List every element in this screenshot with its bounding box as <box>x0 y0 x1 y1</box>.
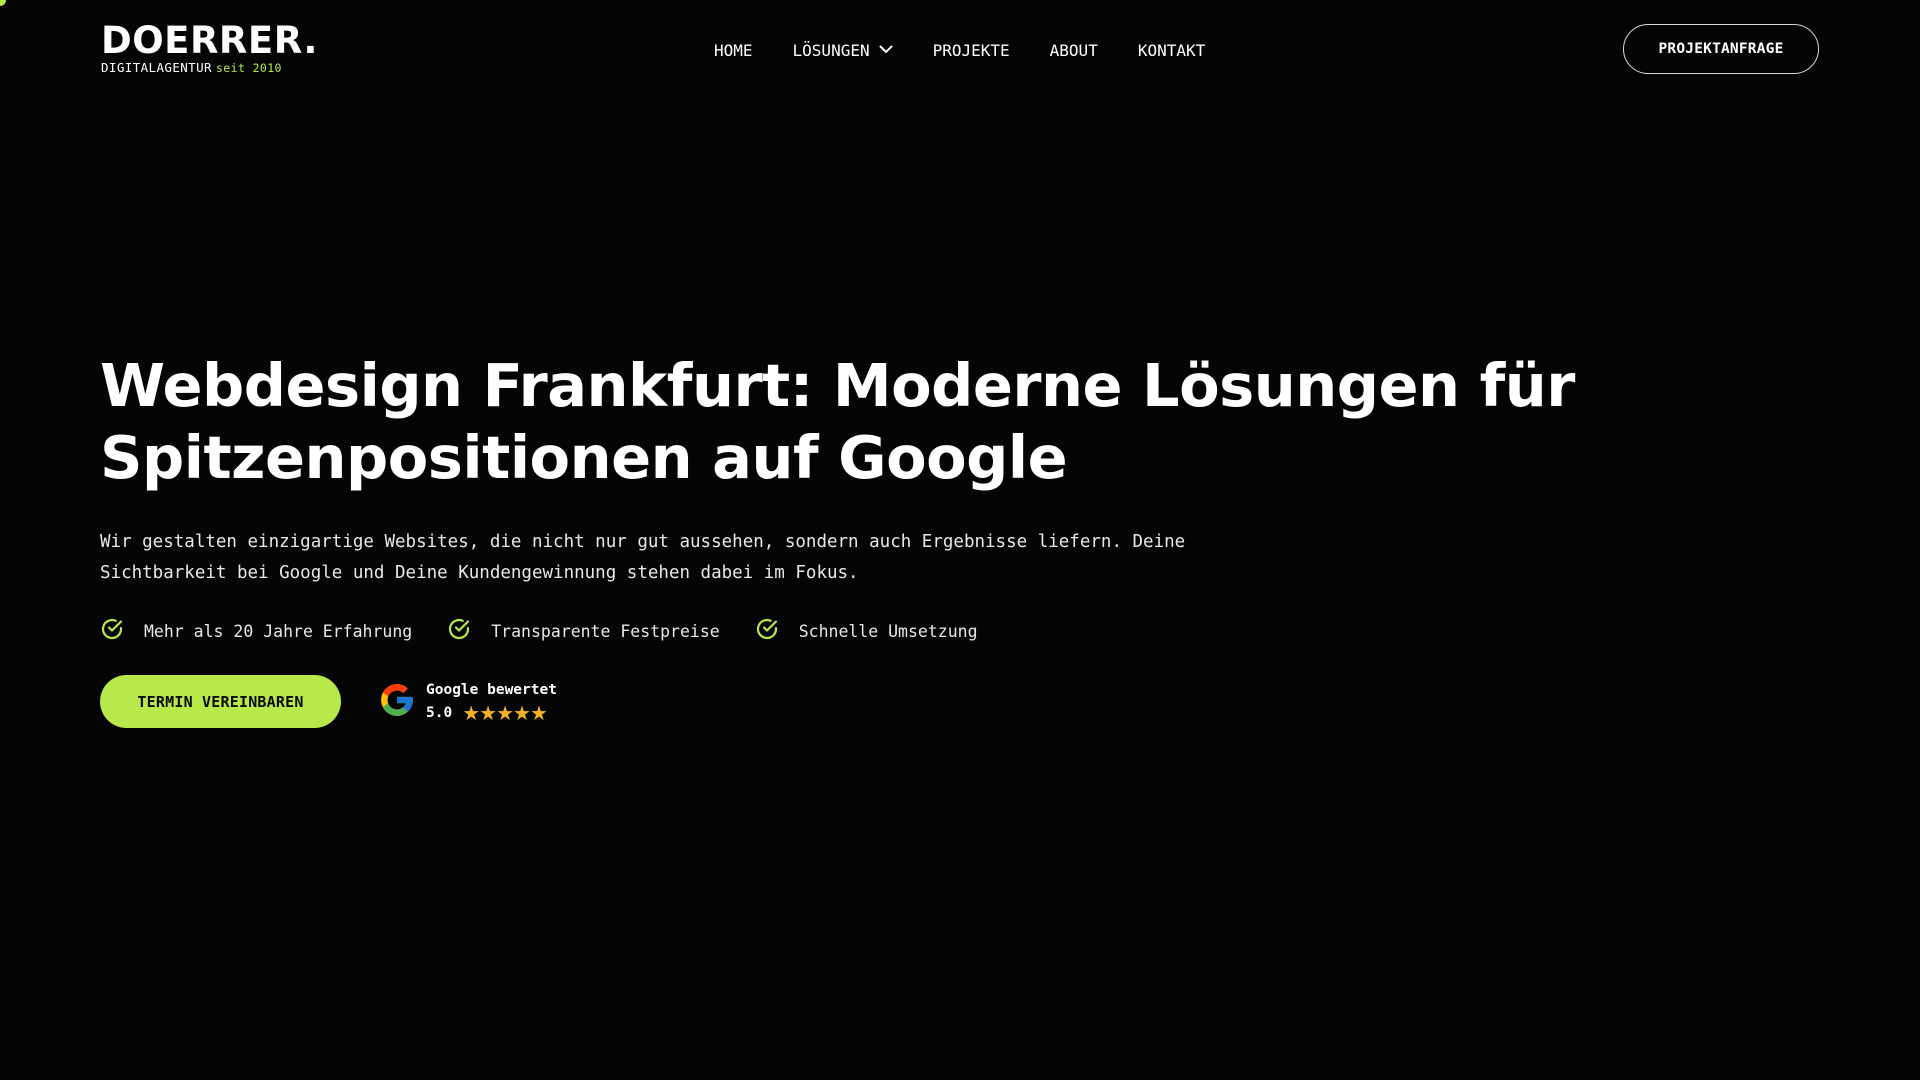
feature-label: Mehr als 20 Jahre Erfahrung <box>144 621 413 641</box>
nav-item-label: PROJEKTE <box>932 40 1010 60</box>
nav-item-projekte[interactable]: PROJEKTE <box>933 41 1010 60</box>
main-nav: HOME LÖSUNGEN PROJEKTE ABOUT KONTAKT <box>714 38 1205 62</box>
rating-score: 5.0 <box>426 705 453 721</box>
nav-item-label: KONTAKT <box>1137 40 1206 60</box>
book-appointment-button[interactable]: TERMIN VEREINBAREN <box>100 675 341 728</box>
star-icon: ★ <box>479 701 498 725</box>
brand-since: seit 2010 <box>215 61 282 75</box>
project-request-button[interactable]: PROJEKTANFRAGE <box>1623 24 1819 74</box>
nav-item-label: ABOUT <box>1049 40 1098 60</box>
check-circle-icon <box>100 617 124 645</box>
brand-name: DOERRER. <box>101 19 318 62</box>
feature-item: Transparente Festpreise <box>447 617 720 645</box>
nav-item-label: LÖSUNGEN <box>792 40 870 60</box>
nav-item-label: HOME <box>714 40 753 60</box>
rating-title: Google bewertet <box>426 682 557 698</box>
hero-title: Webdesign Frankfurt: Moderne Lösungen fü… <box>100 350 1580 494</box>
star-icon: ★ <box>462 701 481 725</box>
rating-row: 5.0 ★ ★ ★ ★ ★ <box>426 703 557 723</box>
corner-indicator-dot <box>0 0 6 6</box>
nav-item-kontakt[interactable]: KONTAKT <box>1138 41 1205 60</box>
brand-tagline: DIGITALAGENTUR <box>101 60 212 75</box>
star-icon: ★ <box>529 701 548 725</box>
brand-tagline-row: DIGITALAGENTUR seit 2010 <box>101 60 318 76</box>
star-icon: ★ <box>513 701 531 725</box>
google-icon <box>378 681 416 723</box>
star-rating: ★ ★ ★ ★ ★ <box>462 701 548 725</box>
hero-title-line-1: Webdesign Frankfurt: Moderne Lösungen fü… <box>100 351 1575 420</box>
nav-item-loesungen[interactable]: LÖSUNGEN <box>793 41 893 60</box>
hero-description-line-1: Wir gestalten einzigartige Websites, die… <box>100 532 1186 552</box>
brand-logo[interactable]: DOERRER. DIGITALAGENTUR seit 2010 <box>101 19 318 76</box>
hero-title-line-2: Spitzenpositionen auf Google <box>100 423 1068 492</box>
google-rating-badge[interactable]: Google bewertet 5.0 ★ ★ ★ ★ ★ <box>378 675 557 728</box>
nav-item-about[interactable]: ABOUT <box>1050 41 1098 60</box>
nav-item-home[interactable]: HOME <box>714 41 753 60</box>
star-icon: ★ <box>496 701 515 725</box>
feature-item: Schnelle Umsetzung <box>755 617 978 645</box>
chevron-down-icon <box>879 39 893 58</box>
hero-description: Wir gestalten einzigartige Websites, die… <box>100 527 1260 589</box>
feature-label: Transparente Festpreise <box>491 621 720 641</box>
check-circle-icon <box>755 617 779 645</box>
feature-label: Schnelle Umsetzung <box>798 621 978 641</box>
feature-item: Mehr als 20 Jahre Erfahrung <box>100 617 412 645</box>
hero-description-line-2: Sichtbarkeit bei Google und Deine Kunden… <box>100 563 859 583</box>
rating-text: Google bewertet 5.0 ★ ★ ★ ★ ★ <box>426 680 557 723</box>
feature-list: Mehr als 20 Jahre Erfahrung Transparente… <box>100 617 978 645</box>
check-circle-icon <box>447 617 471 645</box>
